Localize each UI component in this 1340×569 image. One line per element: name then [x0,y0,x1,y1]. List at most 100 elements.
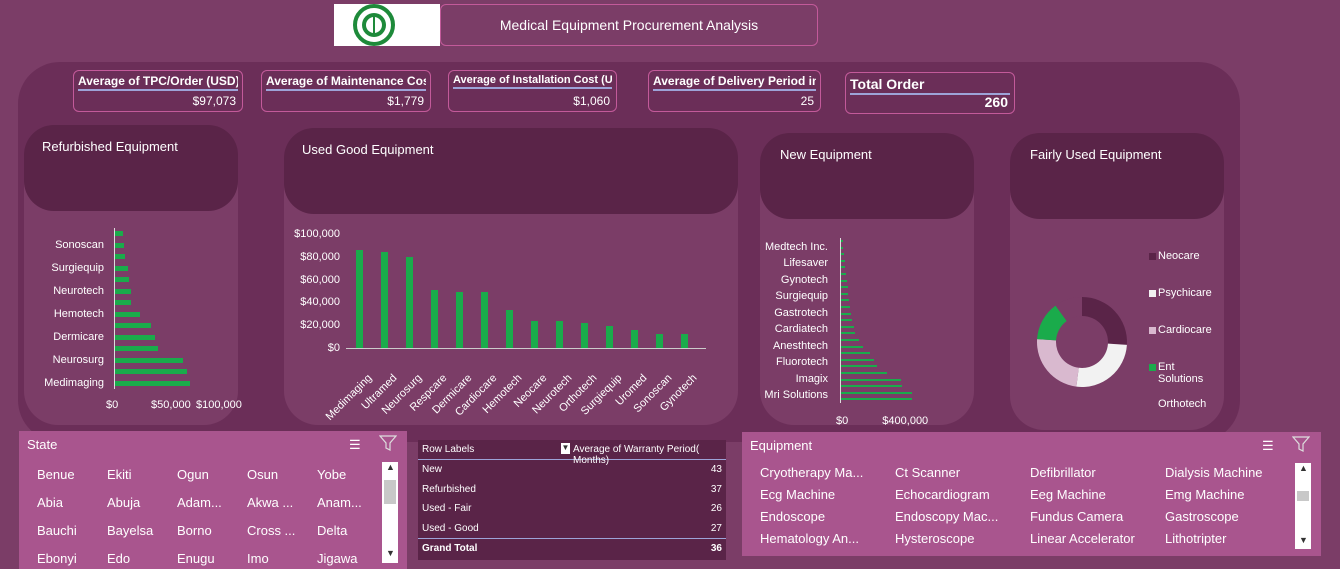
legend-label: Neocare [1158,250,1200,262]
bar [841,292,849,295]
legend-label: Ent Solutions [1158,361,1204,385]
bar [841,246,844,249]
bar [456,292,463,348]
bar [115,254,125,259]
equipment-slicer-item[interactable]: Endoscope [760,509,888,524]
equipment-slicer-item[interactable]: Defibrillator [1030,465,1158,480]
state-slicer-item[interactable]: Osun [247,467,309,482]
y-tick-label: Surgiequip [51,261,104,274]
y-tick-label: Dermicare [53,330,104,343]
equipment-slicer-item[interactable]: Hysteroscope [895,531,1023,546]
state-scrollbar[interactable]: ▲ ▼ [382,462,398,563]
y-tick-label: Medimaging [44,376,104,389]
state-slicer-item[interactable]: Edo [107,551,169,566]
state-slicer-item[interactable]: Abia [37,495,99,510]
pivot-row-value: 37 [710,483,722,495]
bar [841,273,847,275]
filter-dropdown-icon[interactable]: ▼ [561,443,570,454]
state-slicer-item[interactable]: Ekiti [107,467,169,482]
y-tick-label: Fluorotech [776,356,828,368]
equipment-slicer-item[interactable]: Lithotripter [1165,531,1293,546]
bar [841,365,878,368]
equipment-slicer-item[interactable]: Gastroscope [1165,509,1293,524]
bar [841,372,888,374]
equipment-slicer-item[interactable]: Fundus Camera [1030,509,1158,524]
state-slicer-item[interactable]: Delta [317,523,379,538]
slicer-title: State [27,437,58,452]
bar [115,334,155,340]
scroll-down-icon[interactable]: ▼ [1299,535,1308,545]
equipment-slicer-item[interactable]: Echocardiogram [895,487,1023,502]
equipment-slicer-item[interactable]: Linear Accelerator [1030,531,1158,546]
bar [841,319,852,322]
state-slicer-item[interactable]: Bauchi [37,523,99,538]
bar [841,385,902,388]
y-tick-label: $40,000 [300,296,340,309]
scrollbar-thumb[interactable] [384,480,396,504]
clear-filter-icon[interactable] [378,435,398,456]
y-tick-label: Gastrotech [774,306,828,319]
pivot-header-label: Row Labels [422,444,475,455]
kpi-value: 25 [800,94,814,108]
kpi-value: $1,779 [387,94,424,108]
state-slicer-item[interactable]: Enugu [177,551,239,566]
refurbished-chart: Medimaging Neurosurg Dermicare Hemotech Neur… [24,220,242,415]
pivot-row: Used - Fair 26 [418,499,726,518]
multi-select-icon[interactable]: ☰ [349,437,361,453]
equipment-slicer-item[interactable]: Eeg Machine [1030,487,1158,502]
state-slicer-item[interactable]: Jigawa [317,551,379,566]
scrollbar-thumb[interactable] [1297,491,1309,501]
y-tick-label: $20,000 [300,319,340,332]
bar [841,266,846,269]
state-slicer-item[interactable]: Borno [177,523,239,538]
pivot-row-label: Refurbished [422,483,476,495]
equipment-slicer-item[interactable]: Dialysis Machine [1165,465,1293,480]
state-slicer-item[interactable]: Anam... [317,495,379,510]
y-tick-label: Medtech Inc. [765,240,828,253]
kpi-delivery-card: Average of Delivery Period in Days 25 [648,70,821,112]
state-slicer-item[interactable]: Adam... [177,495,239,510]
equipment-slicer-item[interactable]: Hematology An... [760,531,888,546]
state-slicer-item[interactable]: Benue [37,467,99,482]
equipment-slicer-item[interactable]: Ecg Machine [760,487,888,502]
state-slicer-item[interactable]: Imo [247,551,309,566]
clear-filter-icon[interactable] [1291,436,1311,457]
new-chart-header: New Equipment [760,133,974,219]
bar [841,286,848,289]
equipment-slicer-item[interactable]: Emg Machine [1165,487,1293,502]
pivot-row: Refurbished 37 [418,480,726,499]
state-slicer-item[interactable]: Yobe [317,467,379,482]
equipment-slicer-item[interactable]: Ct Scanner [895,465,1023,480]
pivot-header-row: Row Labels ▼ Average of Warranty Period(… [418,440,726,466]
state-slicer-item[interactable]: Akwa ... [247,495,309,510]
equipment-slicer-item[interactable]: Endoscopy Mac... [895,509,1023,524]
state-slicer-item[interactable]: Cross ... [247,523,309,538]
state-slicer-item[interactable]: Bayelsa [107,523,169,538]
state-slicer-item[interactable]: Abuja [107,495,169,510]
bar [115,231,124,236]
y-tick-label: Imagix [795,372,828,385]
state-slicer-item[interactable]: Ogun [177,467,239,482]
bar [841,332,856,335]
kpi-label: Total Order [850,76,1010,95]
logo [334,4,440,46]
legend-label: Orthotech [1158,398,1207,410]
legend-swatch [1149,364,1156,371]
legend-label: Psychicare [1158,287,1212,299]
multi-select-icon[interactable]: ☰ [1262,438,1274,454]
bar [841,345,863,348]
pivot-row: Used - Good 27 [418,519,726,538]
refurbished-chart-header: Refurbished Equipment [24,125,238,211]
chart-title: Refurbished Equipment [42,139,178,154]
state-slicer-item[interactable]: Ebonyi [37,551,99,566]
kpi-label: Average of Maintenance Cost [266,74,426,91]
scroll-down-icon[interactable]: ▼ [386,548,395,558]
equipment-slicer-item[interactable]: Cryotherapy Ma... [760,465,888,480]
kpi-maintenance-card: Average of Maintenance Cost $1,779 [261,70,431,112]
scroll-up-icon[interactable]: ▲ [386,462,395,472]
kpi-total-order-card: Total Order 260 [845,72,1015,114]
bar [841,352,870,355]
bar [115,288,132,294]
scroll-up-icon[interactable]: ▲ [1299,463,1308,473]
equipment-scrollbar[interactable]: ▲ ▼ [1295,463,1311,549]
